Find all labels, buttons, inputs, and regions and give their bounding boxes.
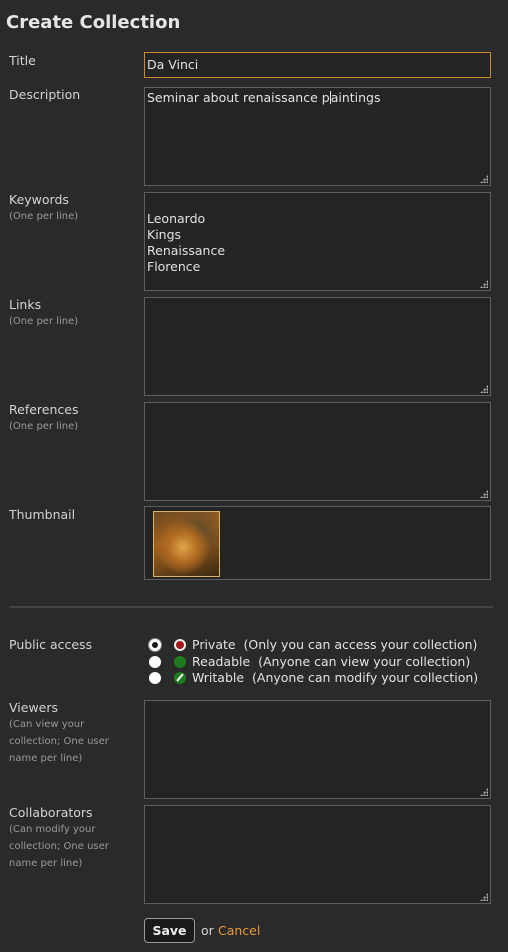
save-button[interactable]: Save — [144, 918, 195, 943]
resize-grip-icon[interactable] — [480, 175, 488, 183]
viewers-hint: (Can view your collection; One user name… — [9, 719, 109, 764]
thumbnail-box[interactable] — [144, 506, 491, 580]
thumbnail-label: Thumbnail — [9, 507, 76, 522]
keywords-hint: (One per line) — [9, 211, 79, 222]
collaborators-hint: (Can modify your collection; One user na… — [9, 824, 109, 869]
references-label: References (One per line) — [9, 402, 78, 435]
radio-writable[interactable] — [149, 672, 161, 684]
keywords-value: Leonardo Kings Renaissance Florence — [147, 211, 226, 274]
links-label-text: Links — [9, 297, 42, 312]
private-icon — [174, 639, 186, 651]
radio-readable[interactable] — [149, 656, 161, 668]
readable-icon — [174, 656, 186, 668]
viewers-label-text: Viewers — [9, 700, 59, 715]
references-field[interactable] — [144, 402, 491, 501]
resize-grip-icon[interactable] — [480, 490, 488, 498]
description-field[interactable]: Seminar about renaissance paintings — [144, 87, 491, 186]
keywords-label-text: Keywords — [9, 192, 69, 207]
option-writable-name: Writable — [192, 670, 245, 685]
section-divider — [9, 606, 493, 608]
links-hint: (One per line) — [9, 316, 79, 327]
links-label: Links (One per line) — [9, 297, 78, 330]
option-private-name: Private — [192, 637, 236, 652]
resize-grip-icon[interactable] — [480, 280, 488, 288]
cancel-link[interactable]: Cancel — [218, 923, 260, 938]
or-text: or — [201, 923, 214, 938]
title-field[interactable]: Da Vinci — [144, 52, 491, 78]
collaborators-field[interactable] — [144, 805, 491, 904]
viewers-label: Viewers (Can view your collection; One u… — [9, 700, 121, 767]
description-value: Seminar about renaissance paintings — [147, 90, 381, 105]
references-hint: (One per line) — [9, 421, 79, 432]
option-private: Private (Only you can access your collec… — [192, 637, 477, 652]
keywords-label: Keywords (One per line) — [9, 192, 78, 225]
writable-icon — [174, 672, 186, 684]
links-field[interactable] — [144, 297, 491, 396]
keywords-field[interactable]: Leonardo Kings Renaissance Florence — [144, 192, 491, 291]
title-label: Title — [9, 53, 36, 68]
resize-grip-icon[interactable] — [480, 788, 488, 796]
collaborators-label: Collaborators (Can modify your collectio… — [9, 805, 127, 872]
option-writable-desc: (Anyone can modify your collection) — [252, 670, 479, 685]
text-caret — [329, 91, 331, 104]
viewers-field[interactable] — [144, 700, 491, 799]
title-value: Da Vinci — [147, 57, 199, 72]
page-title: Create Collection — [6, 12, 181, 33]
option-readable-desc: (Anyone can view your collection) — [258, 654, 471, 669]
public-access-label: Public access — [9, 637, 93, 652]
option-private-desc: (Only you can access your collection) — [243, 637, 478, 652]
resize-grip-icon[interactable] — [480, 893, 488, 901]
collaborators-label-text: Collaborators — [9, 805, 93, 820]
option-writable: Writable (Anyone can modify your collect… — [192, 670, 478, 685]
references-label-text: References — [9, 402, 79, 417]
option-readable-name: Readable — [192, 654, 251, 669]
radio-private[interactable] — [149, 639, 161, 651]
option-readable: Readable (Anyone can view your collectio… — [192, 654, 470, 669]
thumbnail-image[interactable] — [153, 511, 220, 577]
resize-grip-icon[interactable] — [480, 385, 488, 393]
description-label: Description — [9, 87, 81, 102]
